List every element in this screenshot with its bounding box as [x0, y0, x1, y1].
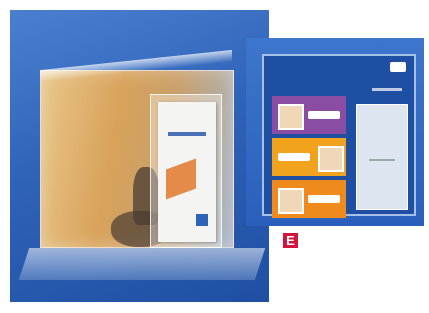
- promo-pill-3: [308, 195, 340, 203]
- promo-pill-2: [278, 153, 310, 161]
- brochure-logo: [196, 214, 208, 226]
- promo-photo-1: [278, 104, 304, 130]
- promo-strip-2: [272, 138, 346, 176]
- acrylic-base-plate: [18, 248, 266, 280]
- panel-tagline-bar: [372, 88, 402, 91]
- panel-brochure-pocket: [356, 104, 408, 210]
- variant-badge: E: [283, 233, 298, 248]
- promo-photo-2: [318, 146, 344, 172]
- brochure: [158, 102, 216, 242]
- panel-logo: [390, 62, 406, 72]
- promo-strip-3: [272, 180, 346, 218]
- display-panel: [262, 54, 416, 218]
- promo-photo-3: [278, 188, 304, 214]
- brochure-stripe: [168, 132, 206, 136]
- promo-pill-1: [308, 111, 340, 119]
- pocket-text-line: [369, 159, 395, 161]
- promo-strip-1: [272, 96, 346, 134]
- product-photo-left: [10, 10, 269, 302]
- brochure-image: [166, 158, 196, 200]
- product-photo-right: [246, 38, 424, 226]
